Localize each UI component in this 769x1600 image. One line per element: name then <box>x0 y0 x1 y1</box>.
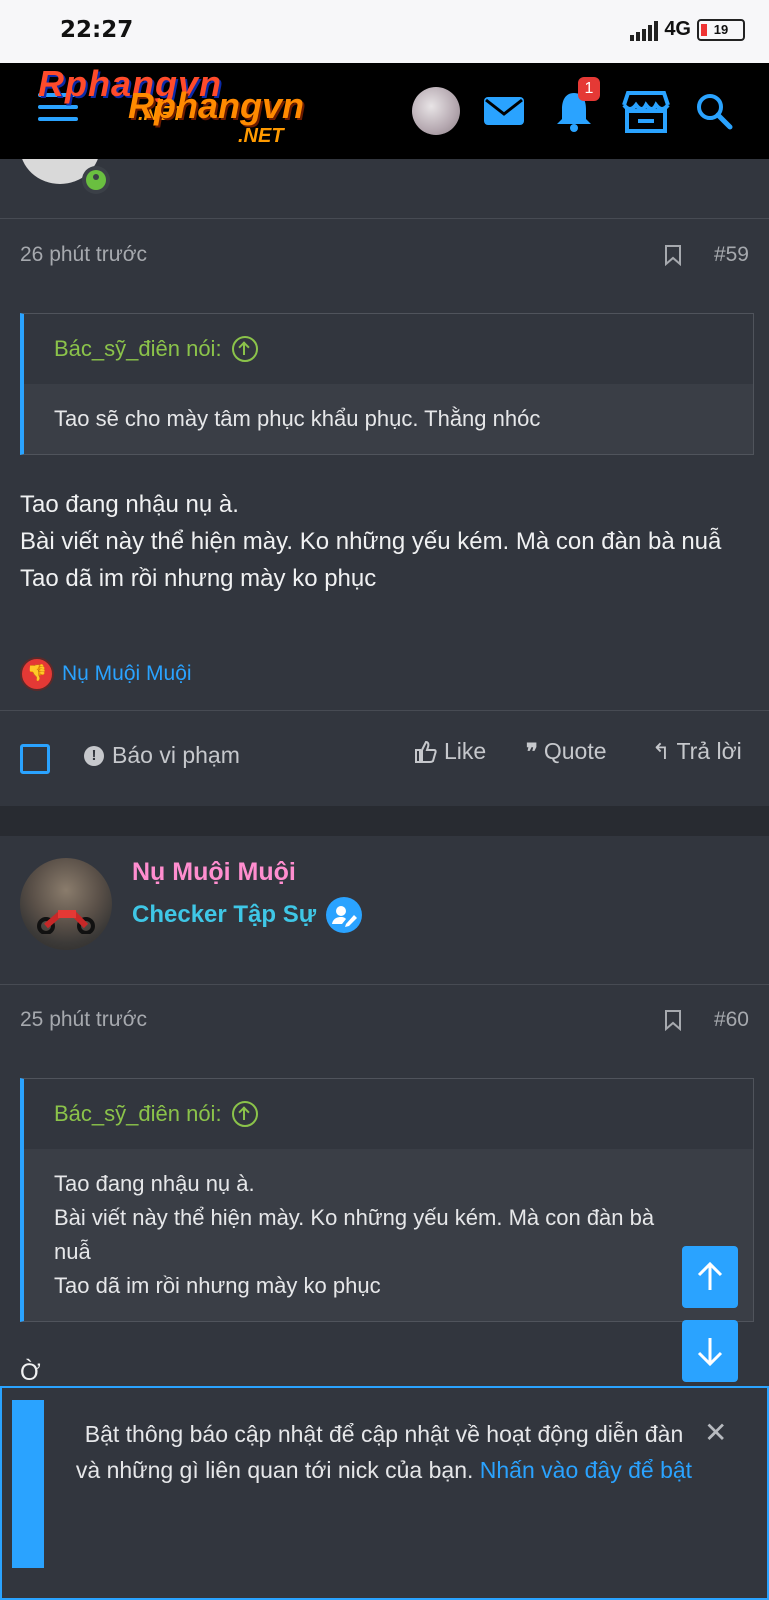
mail-icon[interactable] <box>480 87 528 135</box>
go-to-quote-icon[interactable] <box>231 1101 258 1127</box>
bookmark-icon[interactable] <box>664 1009 682 1031</box>
dislike-reaction-icon: 👎 <box>20 657 54 691</box>
quote-label: Quote <box>543 738 607 764</box>
post-time[interactable]: 26 phút trước <box>20 243 147 267</box>
bookmark-icon[interactable] <box>664 244 682 266</box>
account-avatar[interactable] <box>412 87 460 135</box>
report-button[interactable]: ! Báo vi phạm <box>84 742 240 769</box>
user-title-text: Checker Tập Sự <box>132 901 317 928</box>
enable-notifications-link[interactable]: Nhấn vào đây để bật <box>480 1457 692 1483</box>
close-icon[interactable]: ✕ <box>704 1416 727 1449</box>
status-bar: 22:27 4G 19 <box>0 0 769 63</box>
divider <box>0 710 769 711</box>
reply-button[interactable]: ↰ Trả lời <box>652 738 742 765</box>
quote-line: Bài viết này thể hiện mày. Ko những yếu … <box>54 1205 655 1264</box>
reply-arrow-icon: ↰ <box>652 738 671 764</box>
quote-header[interactable]: Bác_sỹ_điên nói: <box>24 1079 753 1149</box>
quote-author: Bác_sỹ_điên nói: <box>54 336 222 361</box>
reaction-summary[interactable]: 👎 Nụ Muội Muội <box>20 657 192 691</box>
search-icon[interactable] <box>690 87 738 135</box>
post-time[interactable]: 25 phút trước <box>20 1008 147 1032</box>
post-body: Tao đang nhậu nụ à. Bài viết này thể hiệ… <box>20 486 749 597</box>
user-title: Checker Tập Sự <box>132 897 363 933</box>
quote-header[interactable]: Bác_sỹ_điên nói: <box>24 314 753 384</box>
alert-icon: ! <box>84 745 104 766</box>
online-status-icon <box>82 166 110 194</box>
arrow-up-icon <box>697 1261 723 1290</box>
post-actions: ! Báo vi phạm Like ❞ Quote ↰ Trả lời <box>0 728 769 788</box>
divider <box>0 984 769 985</box>
motorbike-image <box>37 910 95 934</box>
quote-block: Bác_sỹ_điên nói: Tao đang nhậu nụ à. Bài… <box>20 1078 754 1322</box>
post-number[interactable]: #59 <box>714 243 749 267</box>
quote-line: Tao đang nhậu nụ à. <box>54 1171 255 1196</box>
quote-mark-icon: ❞ <box>526 738 538 764</box>
post-separator <box>0 806 769 836</box>
go-to-quote-icon[interactable] <box>231 336 258 362</box>
quote-line: Tao dã im rồi nhưng mày ko phục <box>54 1273 381 1298</box>
report-label: Báo vi phạm <box>112 742 240 768</box>
quote-block: Bác_sỹ_điên nói: Tao sẽ cho mày tâm phục… <box>20 313 754 455</box>
like-button[interactable]: Like <box>414 738 486 765</box>
select-post-checkbox[interactable] <box>20 744 50 774</box>
quote-button[interactable]: ❞ Quote <box>526 738 607 765</box>
banner-accent-bar <box>12 1400 44 1568</box>
username[interactable]: Nụ Muội Muội <box>132 858 296 887</box>
store-icon[interactable] <box>618 87 674 135</box>
push-notification-banner: Bật thông báo cập nhật để cập nhật về ho… <box>0 1386 769 1600</box>
banner-text: Bật thông báo cập nhật để cập nhật về ho… <box>74 1416 694 1488</box>
post-body-line: Tao dã im rồi nhưng mày ko phục <box>20 565 377 592</box>
arrow-down-icon <box>697 1338 723 1367</box>
signal-icon <box>630 19 659 41</box>
user-badge-icon <box>326 897 363 933</box>
divider <box>0 218 769 219</box>
status-icons: 4G 19 <box>630 18 745 41</box>
logo-text-overlay: Rphangvn <box>128 85 304 126</box>
thumbs-up-icon <box>415 740 437 763</box>
post-body-line: Tao đang nhậu nụ à. <box>20 491 239 518</box>
reply-label: Trả lời <box>676 738 742 764</box>
battery-icon: 19 <box>697 18 745 41</box>
network-type: 4G <box>664 18 691 40</box>
quote-text: Tao sẽ cho mày tâm phục khẩu phục. Thằng… <box>24 384 753 454</box>
notification-badge: 1 <box>578 77 600 101</box>
site-logo[interactable]: Rphangvn .NET Rphangvn .NET <box>38 63 368 153</box>
reaction-user[interactable]: Nụ Muội Muội <box>62 662 192 686</box>
battery-level: 19 <box>713 21 729 37</box>
scroll-to-bottom-button[interactable] <box>682 1320 738 1382</box>
user-avatar[interactable] <box>20 858 112 950</box>
site-header: Rphangvn .NET Rphangvn .NET 1 <box>0 63 769 159</box>
scroll-to-top-button[interactable] <box>682 1246 738 1308</box>
logo-net-overlay: .NET <box>238 125 284 147</box>
quote-author: Bác_sỹ_điên nói: <box>54 1101 222 1126</box>
post-number[interactable]: #60 <box>714 1008 749 1032</box>
status-time: 22:27 <box>60 17 134 43</box>
like-label: Like <box>444 738 487 764</box>
quote-text: Tao đang nhậu nụ à. Bài viết này thể hiệ… <box>24 1149 753 1321</box>
post-body-line: Bài viết này thể hiện mày. Ko những yếu … <box>20 528 722 555</box>
